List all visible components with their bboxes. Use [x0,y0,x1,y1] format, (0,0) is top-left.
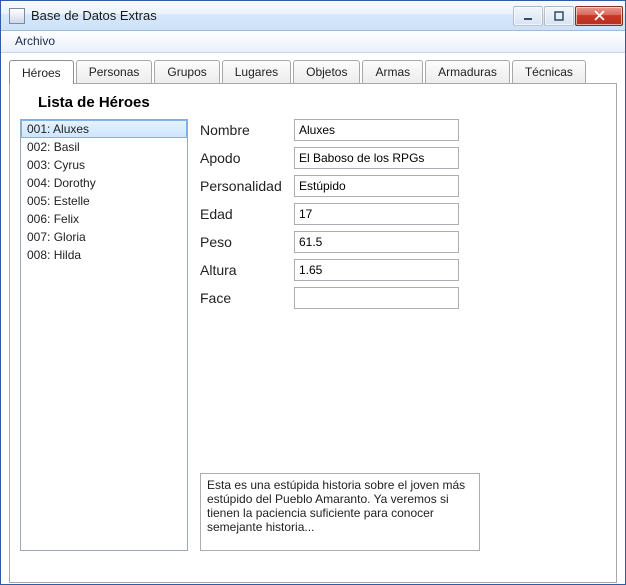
input-altura[interactable] [294,259,459,281]
tab-armaduras[interactable]: Armaduras [425,60,510,84]
list-item[interactable]: 008: Hilda [21,246,187,264]
tab-grupos[interactable]: Grupos [154,60,219,84]
input-face[interactable] [294,287,459,309]
tab-personas[interactable]: Personas [76,60,153,84]
tab-objetos[interactable]: Objetos [293,60,360,84]
list-heading: Lista de Héroes [10,84,616,119]
list-item[interactable]: 005: Estelle [21,192,187,210]
minimize-button[interactable] [513,6,543,26]
input-edad[interactable] [294,203,459,225]
close-button[interactable] [575,6,623,26]
input-peso[interactable] [294,231,459,253]
titlebar: Base de Datos Extras [1,1,625,31]
input-apodo[interactable] [294,147,459,169]
tab-armas[interactable]: Armas [362,60,423,84]
label-nombre: Nombre [200,122,294,138]
label-personalidad: Personalidad [200,178,294,194]
list-item[interactable]: 003: Cyrus [21,156,187,174]
input-nombre[interactable] [294,119,459,141]
label-apodo: Apodo [200,150,294,166]
description-textarea[interactable] [200,473,480,551]
tab-heroes[interactable]: Héroes [9,60,74,84]
label-peso: Peso [200,234,294,250]
list-item[interactable]: 001: Aluxes [21,120,187,138]
tab-tecnicas[interactable]: Técnicas [512,60,586,84]
window-title: Base de Datos Extras [31,8,513,23]
list-item[interactable]: 007: Gloria [21,228,187,246]
label-altura: Altura [200,262,294,278]
window-buttons [513,6,623,26]
label-face: Face [200,290,294,306]
input-personalidad[interactable] [294,175,459,197]
hero-listbox[interactable]: 001: Aluxes 002: Basil 003: Cyrus 004: D… [20,119,188,551]
label-edad: Edad [200,206,294,222]
tabstrip: Héroes Personas Grupos Lugares Objetos A… [1,53,625,83]
menubar: Archivo [1,31,625,53]
list-item[interactable]: 004: Dorothy [21,174,187,192]
list-item[interactable]: 002: Basil [21,138,187,156]
content-panel: Lista de Héroes 001: Aluxes 002: Basil 0… [9,83,617,583]
tab-lugares[interactable]: Lugares [222,60,291,84]
maximize-button[interactable] [544,6,574,26]
menu-archivo[interactable]: Archivo [5,31,65,52]
list-item[interactable]: 006: Felix [21,210,187,228]
app-icon [9,8,25,24]
hero-form: Nombre Apodo Personalidad Edad Peso Altu… [200,119,606,551]
